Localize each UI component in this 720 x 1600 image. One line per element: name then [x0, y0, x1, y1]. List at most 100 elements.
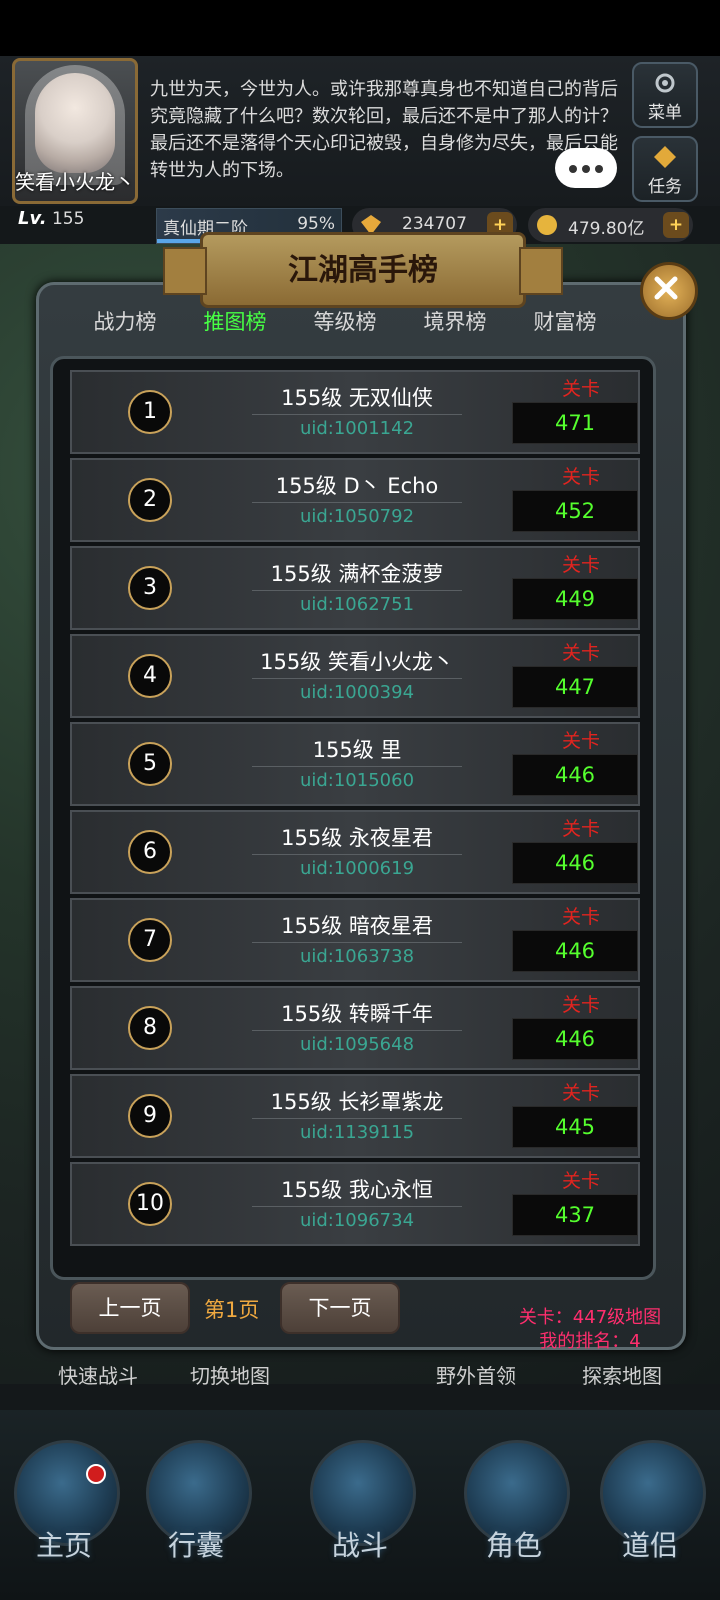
explore-map-button[interactable]: 探索地图 [582, 1360, 662, 1389]
stage-box: 437 [512, 1194, 638, 1236]
row-divider [252, 1030, 462, 1031]
player-uid: uid:1096734 [299, 1210, 415, 1231]
rank-badge: 4 [128, 654, 172, 698]
nav-battle-label: 战斗 [331, 1529, 388, 1562]
nav-character-label: 角色 [485, 1529, 542, 1562]
player-uid: uid:1000619 [299, 858, 415, 879]
stage-box: 446 [512, 930, 638, 972]
field-boss-button[interactable]: 野外首领 [436, 1360, 516, 1389]
gem-value: 234707 [402, 214, 467, 234]
stage-value: 446 [554, 939, 596, 963]
switch-map-button[interactable]: 切换地图 [190, 1360, 270, 1389]
nav-bag[interactable]: 行囊 [136, 1430, 256, 1590]
leaderboard-row-8[interactable]: 8 155级 转瞬千年 uid:1095648 关卡 446 [70, 986, 640, 1070]
player-uid: uid:1063738 [299, 946, 415, 967]
nav-battle[interactable]: 战斗 [300, 1430, 420, 1590]
coin-icon [537, 215, 557, 235]
task-label: 任务 [648, 177, 682, 197]
avatar-portrait [35, 73, 115, 173]
player-name: 155级 暗夜星君 [281, 914, 433, 938]
prev-page-button[interactable]: 上一页 [70, 1282, 190, 1334]
realm-percent: 95% [297, 214, 335, 234]
leaderboard-row-6[interactable]: 6 155级 永夜星君 uid:1000619 关卡 446 [70, 810, 640, 894]
stage-box: 449 [512, 578, 638, 620]
stage-box: 446 [512, 1018, 638, 1060]
tab-power[interactable]: 战力榜 [70, 306, 180, 336]
leaderboard-tabs: 战力榜 推图榜 等级榜 境界榜 财富榜 [70, 306, 650, 346]
row-divider [252, 590, 462, 591]
leaderboard-row-10[interactable]: 10 155级 我心永恒 uid:1096734 关卡 437 [70, 1162, 640, 1246]
player-uid: uid:1000394 [299, 682, 415, 703]
player-uid: uid:1095648 [299, 1034, 415, 1055]
status-bar [0, 0, 720, 56]
add-gold-button[interactable]: + [663, 212, 689, 238]
bottom-nav: 主页 行囊 战斗 角色 道侣 [0, 1410, 720, 1600]
leaderboard-row-9[interactable]: 9 155级 长衫罩紫龙 uid:1139115 关卡 445 [70, 1074, 640, 1158]
stage-value: 446 [554, 851, 596, 875]
player-uid: uid:1015060 [299, 770, 415, 791]
plaque-right-wing [519, 247, 563, 295]
row-divider [252, 1206, 462, 1207]
stage-box: 446 [512, 842, 638, 884]
rank-badge: 8 [128, 1006, 172, 1050]
player-level: Lv. 155 [18, 208, 146, 242]
close-icon [654, 276, 678, 300]
my-rank: 我的排名：4 [539, 1331, 641, 1352]
quick-battle-button[interactable]: 快速战斗 [58, 1360, 138, 1389]
stage-value: 447 [554, 675, 596, 699]
tab-level[interactable]: 等级榜 [290, 306, 400, 336]
leaderboard-row-1[interactable]: 1 155级 无双仙侠 uid:1001142 关卡 471 [70, 370, 640, 454]
leaderboard-row-3[interactable]: 3 155级 满杯金菠萝 uid:1062751 关卡 449 [70, 546, 640, 630]
leaderboard-row-7[interactable]: 7 155级 暗夜星君 uid:1063738 关卡 446 [70, 898, 640, 982]
player-uid: uid:1050792 [299, 506, 415, 527]
level-value: 155 [51, 209, 85, 229]
row-divider [252, 502, 462, 503]
stage-label: 关卡 [561, 730, 600, 752]
player-name: 155级 笑看小火龙丶 [260, 650, 454, 674]
stage-label: 关卡 [561, 378, 600, 400]
tab-wealth[interactable]: 财富榜 [510, 306, 620, 336]
next-page-button[interactable]: 下一页 [280, 1282, 400, 1334]
rank-badge: 5 [128, 742, 172, 786]
player-name: 155级 转瞬千年 [281, 1002, 433, 1026]
leaderboard-row-2[interactable]: 2 155级 D丶 Echo uid:1050792 关卡 452 [70, 458, 640, 542]
stage-value: 471 [554, 411, 596, 435]
task-button[interactable]: 任务 [632, 136, 698, 202]
stage-box: 445 [512, 1106, 638, 1148]
tab-realm[interactable]: 境界榜 [400, 306, 510, 336]
player-name: 155级 永夜星君 [281, 826, 433, 850]
menu-label: 菜单 [648, 103, 682, 123]
my-rank-info: 关卡：447级地图 我的排名：4 [440, 1306, 720, 1354]
notification-dot [86, 1464, 106, 1484]
player-uid: uid:1062751 [299, 594, 415, 615]
stage-label: 关卡 [561, 906, 600, 928]
stage-label: 关卡 [561, 818, 600, 840]
leaderboard-row-5[interactable]: 5 155级 里 uid:1015060 关卡 446 [70, 722, 640, 806]
nav-bag-label: 行囊 [167, 1529, 224, 1562]
menu-button[interactable]: 菜单 [632, 62, 698, 128]
row-divider [252, 414, 462, 415]
nav-character[interactable]: 角色 [454, 1430, 574, 1590]
row-divider [252, 678, 462, 679]
tab-stage[interactable]: 推图榜 [180, 306, 290, 336]
rank-badge: 7 [128, 918, 172, 962]
gear-icon [655, 73, 675, 93]
gold-value: 479.80亿 [568, 219, 645, 239]
story-text: 九世为天，今世为人。或许我那尊真身也不知道自己的背后究竟隐藏了什么吧？数次轮回，… [150, 79, 618, 181]
stage-label: 关卡 [561, 466, 600, 488]
rank-badge: 1 [128, 390, 172, 434]
chat-bubble-icon[interactable] [555, 148, 617, 188]
player-avatar[interactable]: 笑看小火龙丶 [12, 58, 138, 204]
player-uid: uid:1001142 [299, 418, 415, 439]
nav-companion[interactable]: 道侣 [590, 1430, 710, 1590]
stage-value: 446 [554, 763, 596, 787]
stage-label: 关卡 [561, 554, 600, 576]
player-name: 155级 里 [312, 738, 402, 762]
rank-badge: 9 [128, 1094, 172, 1138]
row-divider [252, 766, 462, 767]
leaderboard-row-4[interactable]: 4 155级 笑看小火龙丶 uid:1000394 关卡 447 [70, 634, 640, 718]
avatar-name: 笑看小火龙丶 [15, 170, 135, 194]
page-indicator: 第1页 [204, 1298, 260, 1322]
stage-box: 452 [512, 490, 638, 532]
nav-home[interactable]: 主页 [4, 1430, 124, 1590]
